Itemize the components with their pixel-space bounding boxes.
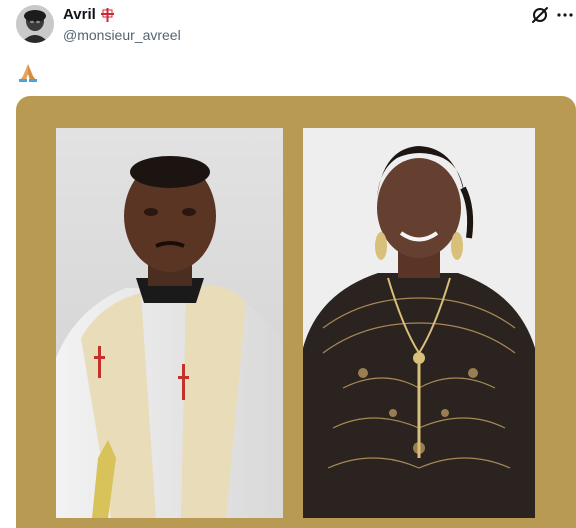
avatar-image	[16, 5, 54, 43]
author-handle[interactable]: @monsieur_avreel	[63, 27, 181, 43]
folded-hands-emoji	[16, 62, 40, 82]
woman-portrait-image	[303, 128, 535, 518]
photo-clergyman[interactable]	[56, 128, 283, 518]
more-icon[interactable]	[556, 5, 574, 25]
grok-icon[interactable]	[530, 5, 550, 25]
clergyman-portrait-image	[56, 128, 283, 518]
post-media[interactable]	[16, 96, 576, 528]
author-name-row[interactable]: Avril	[63, 6, 115, 23]
tweet-post: Avril @monsieur_avreel	[0, 0, 576, 528]
author-name[interactable]: Avril	[63, 6, 96, 23]
avatar[interactable]	[16, 5, 54, 43]
photo-woman[interactable]	[303, 128, 535, 518]
flag-badge-icon	[100, 7, 115, 22]
